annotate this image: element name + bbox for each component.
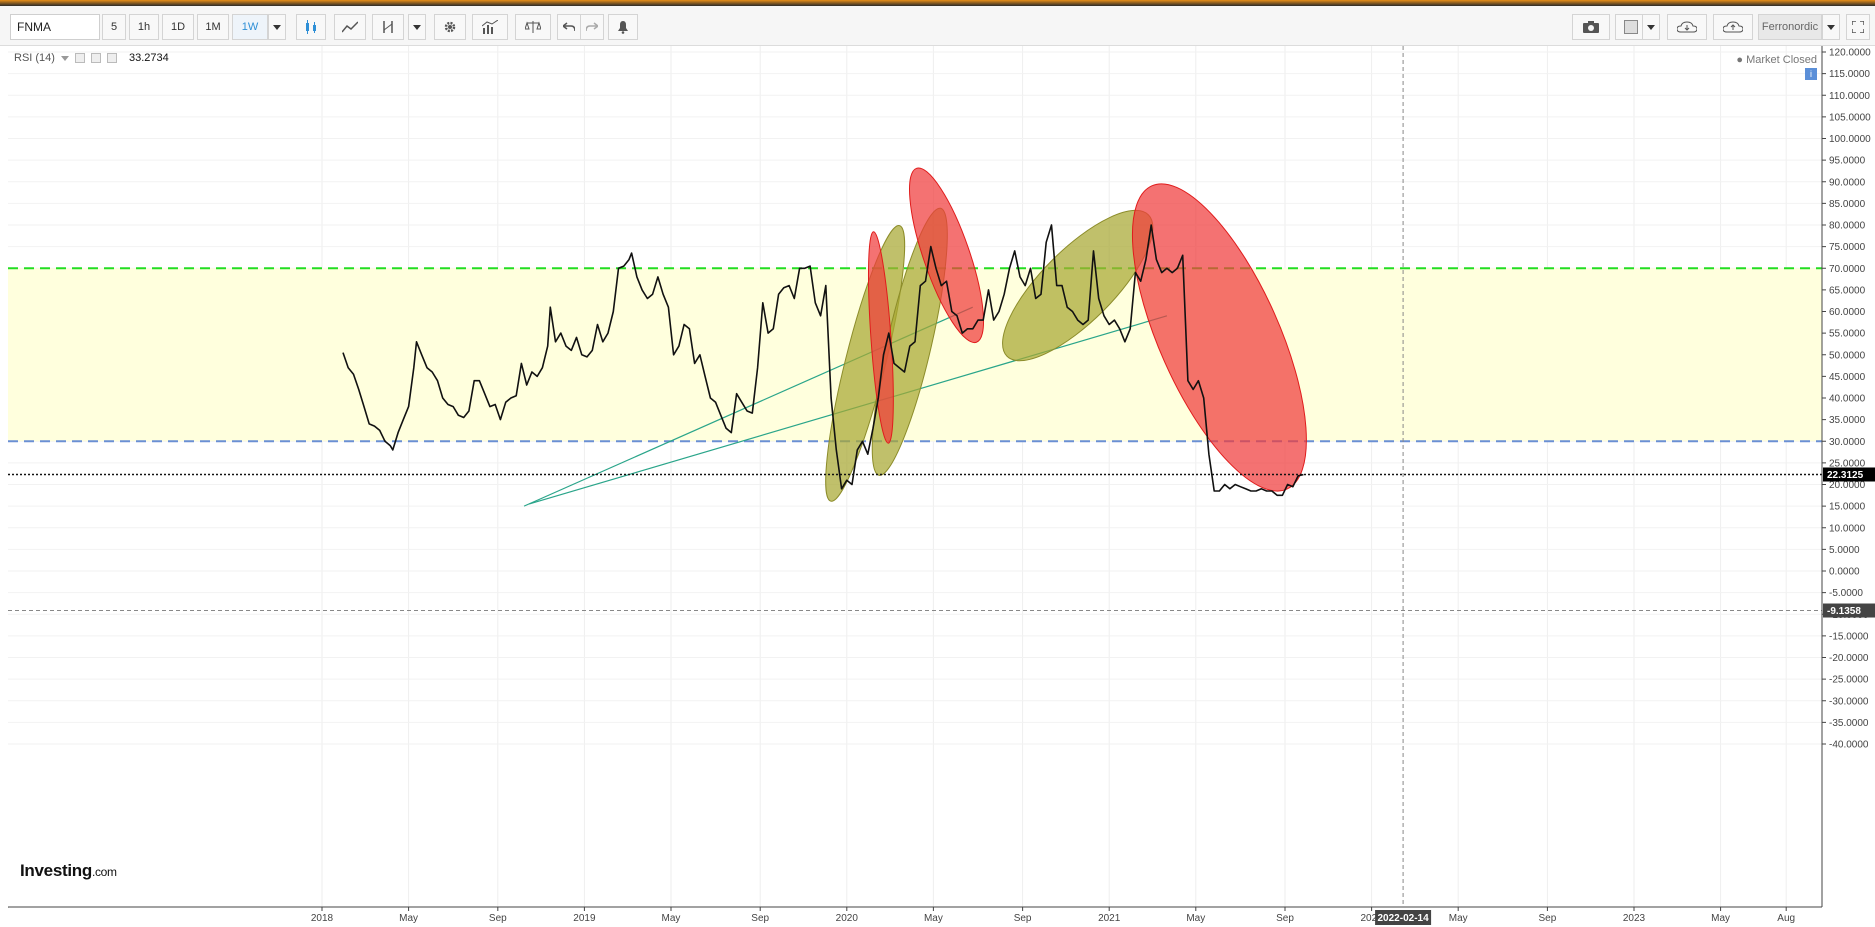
y-tick-label: -35.0000 [1829, 718, 1869, 729]
crosshair-date-label: 2022-02-14 [1378, 913, 1430, 924]
y-tick-label: 35.0000 [1829, 415, 1866, 426]
y-tick-label: 5.0000 [1829, 545, 1860, 556]
investing-logo: Investing.com [20, 861, 117, 881]
y-tick-label: 65.0000 [1829, 285, 1866, 296]
y-tick-label: 55.0000 [1829, 329, 1866, 340]
x-tick-label: 2021 [1098, 913, 1121, 924]
rsi-chart[interactable]: 120.0000 115.0000 110.0000 105.0000 100.0000… [0, 0, 1875, 927]
x-tick-label: May [1711, 913, 1730, 924]
y-tick-label: 45.0000 [1829, 372, 1866, 383]
x-tick-label: May [1449, 913, 1468, 924]
y-tick-label: -15.0000 [1829, 631, 1869, 642]
x-tick-label: May [399, 913, 418, 924]
y-tick-label: 50.0000 [1829, 350, 1866, 361]
indicator-visibility-icon[interactable] [90, 53, 101, 63]
info-icon[interactable]: i [1805, 68, 1817, 80]
y-tick-label: 95.0000 [1829, 156, 1866, 167]
market-status: ● Market Closed [1736, 54, 1817, 66]
y-tick-label: 90.0000 [1829, 177, 1866, 188]
x-tick-label: May [662, 913, 681, 924]
y-tick-label: 70.0000 [1829, 264, 1866, 275]
y-tick-label: -20.0000 [1829, 653, 1869, 664]
x-tick-label: Aug [1777, 913, 1795, 924]
x-tick-label: Sep [489, 913, 507, 924]
indicator-name[interactable]: RSI (14) [14, 52, 55, 64]
y-tick-label: 20.0000 [1829, 480, 1866, 491]
y-tick-label: 75.0000 [1829, 242, 1866, 253]
x-tick-label: May [924, 913, 943, 924]
y-tick-label: 115.0000 [1829, 69, 1870, 80]
y-tick-label: 60.0000 [1829, 307, 1866, 318]
y-tick-label: -5.0000 [1829, 588, 1863, 599]
y-tick-label: 100.0000 [1829, 134, 1871, 145]
x-tick-label: Sep [751, 913, 769, 924]
x-tick-label: 2019 [573, 913, 596, 924]
x-tick-label: 2023 [1623, 913, 1646, 924]
y-tick-label: 30.0000 [1829, 437, 1866, 448]
indicator-settings-icon[interactable] [74, 53, 85, 63]
y-tick-label: 10.0000 [1829, 523, 1866, 534]
x-tick-label: Sep [1276, 913, 1294, 924]
y-tick-label: -40.0000 [1829, 740, 1869, 751]
x-tick-label: 2018 [311, 913, 334, 924]
last-value-label: 22.3125 [1827, 470, 1864, 481]
y-tick-label: 105.0000 [1829, 112, 1871, 123]
market-status-text: Market Closed [1746, 54, 1817, 66]
crosshair-price-label: -9.1358 [1827, 606, 1861, 617]
x-tick-label: Sep [1014, 913, 1032, 924]
indicator-value: 33.2734 [128, 52, 169, 64]
logo-suffix: .com [91, 865, 117, 879]
logo-name: Investing [20, 861, 92, 880]
y-tick-label: -25.0000 [1829, 675, 1869, 686]
indicator-legend[interactable]: RSI (14) 33.2734 [14, 52, 169, 64]
x-tick-label: 2020 [836, 913, 859, 924]
chevron-down-icon[interactable] [60, 55, 69, 61]
y-tick-label: 0.0000 [1829, 567, 1860, 578]
x-tick-label: Sep [1539, 913, 1557, 924]
y-tick-label: 15.0000 [1829, 502, 1866, 513]
y-tick-label: 120.0000 [1829, 48, 1871, 59]
indicator-close-icon[interactable] [106, 53, 117, 63]
x-tick-label: May [1186, 913, 1205, 924]
y-tick-label: 110.0000 [1829, 91, 1870, 102]
y-tick-label: -30.0000 [1829, 696, 1869, 707]
y-tick-label: 85.0000 [1829, 199, 1866, 210]
y-tick-label: 40.0000 [1829, 394, 1866, 405]
y-tick-label: 80.0000 [1829, 221, 1866, 232]
